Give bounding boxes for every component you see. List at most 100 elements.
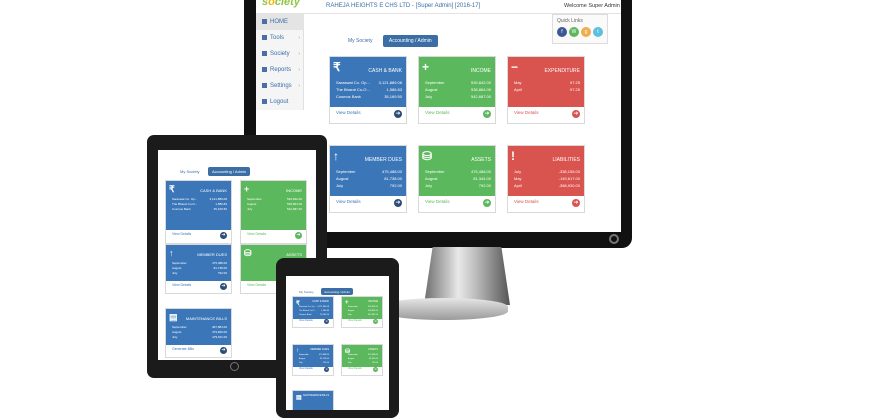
view-details-link[interactable]: View Details <box>299 367 313 370</box>
row-label: September <box>172 261 187 265</box>
arrow-right-icon[interactable]: ➜ <box>324 367 329 372</box>
row-label: August <box>247 202 257 206</box>
card-footer[interactable]: View Details ➜ <box>419 105 495 123</box>
arrow-right-icon[interactable]: ➜ <box>373 367 378 372</box>
view-details-link[interactable]: View Details <box>348 367 362 370</box>
twitter-icon[interactable]: t <box>593 27 603 37</box>
card-title: MAINTENANCE BILLS <box>185 316 227 321</box>
tablet-tab-accounting-admin[interactable]: Accounting / Admin <box>208 167 251 176</box>
card-row: September 539,842.00 <box>425 80 491 85</box>
phone-tab-accounting-admin[interactable]: Accounting / Admin <box>321 288 353 295</box>
view-details-link[interactable]: View Details <box>425 199 450 204</box>
view-details-link[interactable]: View Details <box>247 232 266 236</box>
view-details-link[interactable]: View Details <box>299 319 313 322</box>
card-footer[interactable]: View Details ➜ <box>166 279 231 293</box>
tab-accounting-admin[interactable]: Accounting / Admin <box>382 35 438 47</box>
arrow-right-icon[interactable]: ➜ <box>220 347 227 354</box>
view-details-link[interactable]: View Details <box>514 110 539 115</box>
arrow-right-icon[interactable]: ➜ <box>220 232 227 239</box>
card-footer[interactable]: View Details ➜ <box>166 228 231 243</box>
arrow-right-icon[interactable]: ➜ <box>220 283 227 290</box>
row-label: April <box>514 87 523 92</box>
sidebar-item-tools[interactable]: Tools › <box>256 30 304 46</box>
arrow-right-icon[interactable]: ➜ <box>373 319 378 324</box>
row-value: 1,586.83 <box>215 202 227 206</box>
app-logo[interactable]: society <box>262 0 300 8</box>
arrow-right-icon[interactable]: ➜ <box>394 110 402 118</box>
card-row: July 792.00 <box>348 362 378 364</box>
row-value: 479,811.00 <box>212 335 227 339</box>
card-footer[interactable]: View Details ➜ <box>241 228 306 243</box>
sidebar-item-label: HOME <box>270 19 288 26</box>
card-footer[interactable]: View Details ➜ <box>330 194 406 212</box>
sidebar-item-society[interactable]: Society › <box>256 46 304 62</box>
card-row: August 538,864.00 <box>425 87 491 92</box>
view-details-link[interactable]: View Details <box>247 283 266 287</box>
row-label: The Bharat Co-O... <box>336 87 370 92</box>
row-label: July <box>247 207 253 211</box>
card-title: INCOME <box>286 188 302 193</box>
sidebar-item-home[interactable]: HOME <box>256 14 304 30</box>
arrow-right-icon[interactable]: ➜ <box>483 110 491 118</box>
card-header: ! LIABILITIES July -338,155.00 May -149,617.0… <box>508 146 584 196</box>
card-header: ↑ MEMBER DUES September 475,488.00 August 81,… <box>166 245 231 281</box>
card-footer[interactable]: View Details ➜ <box>508 194 584 212</box>
card-title: CASH & BANK <box>368 68 402 74</box>
view-details-link[interactable]: View Details <box>514 199 539 204</box>
card-row: Saraswat Co. Op... 3,121,889.08 <box>336 80 402 85</box>
company-name: RAHEJA HEIGHTS E CHS LTD - [Super Admin]… <box>326 3 481 9</box>
google-icon[interactable]: g <box>581 27 591 37</box>
card-footer[interactable]: View Details ➜ <box>293 365 333 375</box>
row-value: 475,488.00 <box>367 354 378 356</box>
arrow-right-icon[interactable]: ➜ <box>295 232 302 239</box>
card-row: Saraswat Co. Op... 3,121,889.08 <box>299 306 329 308</box>
arrow-right-icon[interactable]: ➜ <box>483 199 491 207</box>
row-value: 35,169.50 <box>320 314 329 316</box>
card-footer[interactable]: Generate Bills ➜ <box>166 343 231 357</box>
card-footer[interactable]: View Details ➜ <box>342 365 382 375</box>
arrow-right-icon[interactable]: ➜ <box>394 199 402 207</box>
view-details-link[interactable]: View Details <box>425 110 450 115</box>
row-label: July <box>425 94 433 99</box>
card-row: July 542,687.00 <box>247 207 302 211</box>
card-footer[interactable]: View Details ➜ <box>419 194 495 212</box>
view-details-link[interactable]: View Details <box>172 283 191 287</box>
view-details-link[interactable]: View Details <box>172 232 191 236</box>
facebook-icon[interactable]: f <box>557 27 567 37</box>
arrow-right-icon[interactable]: ➜ <box>572 110 580 118</box>
tablet-tab-my-society[interactable]: My Society <box>176 167 204 176</box>
quick-links-panel: Quick Links f W g t <box>552 14 608 44</box>
card-footer[interactable]: View Details ➜ <box>508 105 584 123</box>
phone-tab-my-society[interactable]: My Society <box>296 288 317 295</box>
card-header: + INCOME September 539,842.00 August 538,864.… <box>241 181 306 230</box>
card-footer[interactable]: View Details ➜ <box>330 105 406 123</box>
card-header: − EXPENDITURE May 97.25 April 97.25 <box>508 57 584 107</box>
sidebar-item-reports[interactable]: Reports › <box>256 62 304 78</box>
row-value: 542,687.00 <box>367 314 378 316</box>
arrow-right-icon[interactable]: ➜ <box>324 319 329 324</box>
view-details-link[interactable]: View Details <box>348 319 362 322</box>
card-row: September 475,488.00 <box>299 354 329 356</box>
whatsapp-icon[interactable]: W <box>569 27 579 37</box>
card-header: ⛁ ASSETS September 475,488.00 August 81,344.0… <box>342 345 382 367</box>
card-title: CASH & BANK <box>200 188 227 193</box>
row-value: 3,121,889.08 <box>317 306 329 308</box>
card-title: MEMBER DUES <box>310 348 329 351</box>
card-row: September 475,488.00 <box>425 169 491 174</box>
card-row: September 475,488.00 <box>348 354 378 356</box>
view-details-link[interactable]: Generate Bills <box>172 347 194 351</box>
sidebar-item-settings[interactable]: Settings › <box>256 78 304 94</box>
row-label: September <box>172 325 187 329</box>
row-label: Cosmos Bank <box>336 94 361 99</box>
view-details-link[interactable]: View Details <box>336 110 361 115</box>
sidebar-item-logout[interactable]: Logout <box>256 94 304 110</box>
card-footer[interactable]: View Details ➜ <box>293 317 333 327</box>
card-footer[interactable]: View Details ➜ <box>342 317 382 327</box>
arrow-right-icon[interactable]: ➜ <box>572 199 580 207</box>
card-row: September 539,842.00 <box>348 306 378 308</box>
row-label: July <box>172 335 178 339</box>
tab-my-society[interactable]: My Society <box>342 35 378 47</box>
view-details-link[interactable]: View Details <box>336 199 361 204</box>
sidebar: HOME Tools › Society › Reports › Settings › Logou… <box>256 14 304 110</box>
row-label: May <box>514 176 522 181</box>
